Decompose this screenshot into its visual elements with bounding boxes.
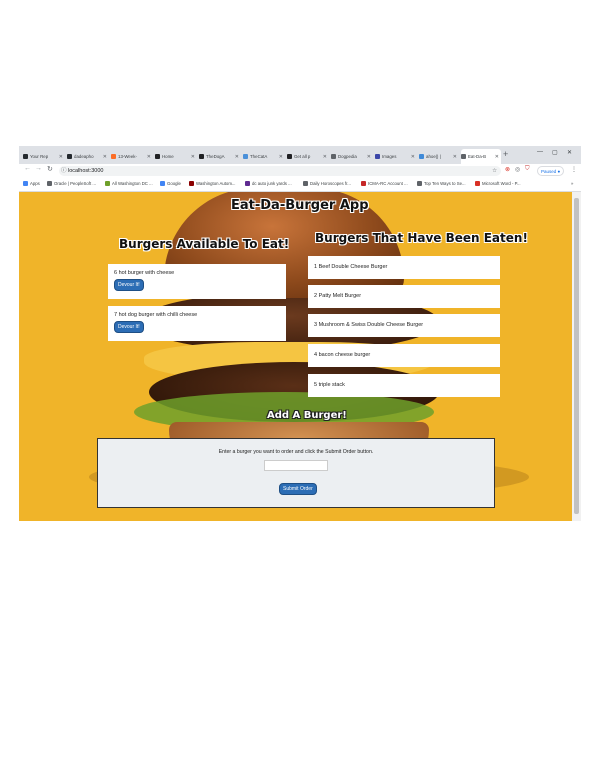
tab[interactable]: TheCatA ✕ [243, 149, 285, 164]
word-doc-icon [475, 181, 480, 186]
browser-window: Your Rep ✕ dadeapho ✕ 13-Week- ✕ Home ✕ TheD… [19, 146, 581, 521]
page-title: Eat-Da-Burger App [231, 198, 369, 213]
more-bookmarks-icon[interactable]: » [571, 181, 573, 186]
address-bar[interactable]: ⓘ localhost:3000 ☆ [59, 166, 501, 176]
bookmark-apps[interactable]: Apps [23, 181, 40, 186]
extension-icon[interactable]: ⛉ [525, 166, 530, 173]
forward-icon[interactable]: → [35, 165, 42, 172]
back-icon[interactable]: ← [24, 165, 31, 172]
tab[interactable]: Dogpedia ✕ [331, 149, 373, 164]
devour-button[interactable]: Devour It! [114, 279, 144, 291]
close-tab-icon[interactable]: ✕ [191, 154, 197, 160]
available-burger-item: 6 hot burger with cheese Devour It! [108, 264, 286, 299]
profile-paused-button[interactable]: Paused ● [537, 166, 565, 176]
tab-strip: Your Rep ✕ dadeapho ✕ 13-Week- ✕ Home ✕ TheD… [19, 146, 581, 164]
available-heading: Burgers Available To Eat! [119, 237, 290, 251]
tab[interactable]: Get all p ✕ [287, 149, 329, 164]
close-tab-icon[interactable]: ✕ [59, 154, 65, 160]
close-window-icon[interactable]: ✕ [567, 149, 572, 156]
close-tab-icon[interactable]: ✕ [367, 154, 373, 160]
eaten-burger-item: 3 Mushroom & Swiss Double Cheese Burger [308, 314, 500, 337]
bookmark-item[interactable]: Google [160, 181, 181, 186]
tab[interactable]: ahoe|) | ✕ [419, 149, 459, 164]
bookmark-item[interactable]: ICMA-RC Account ... [361, 181, 408, 186]
scrollbar-thumb[interactable] [574, 198, 579, 514]
burger-name: 6 hot burger with cheese [114, 270, 175, 276]
close-tab-icon[interactable]: ✕ [323, 154, 329, 160]
maximize-icon[interactable]: ▢ [552, 149, 558, 156]
reload-icon[interactable]: ↻ [47, 165, 53, 173]
tab[interactable]: 13-Week- ✕ [111, 149, 153, 164]
close-tab-icon[interactable]: ✕ [453, 154, 459, 160]
order-form: Enter a burger you want to order and cli… [97, 438, 495, 508]
eaten-burger-item: 2 Patty Melt Burger [308, 285, 500, 308]
yahoo-icon [245, 181, 250, 186]
document-icon [47, 181, 52, 186]
tab[interactable]: TheDogA ✕ [199, 149, 241, 164]
form-instruction: Enter a burger you want to order and cli… [218, 449, 374, 455]
page-content: Eat-Da-Burger App Burgers Available To E… [19, 192, 572, 521]
cat-icon [243, 154, 248, 159]
horoscope-icon [303, 181, 308, 186]
tab[interactable]: dadeapho ✕ [67, 149, 109, 164]
bookmark-item[interactable]: Daily Horoscopes fr... [303, 181, 351, 186]
info-icon: ⓘ [61, 168, 67, 174]
url-text: localhost:3000 [68, 168, 104, 174]
add-burger-heading: Add A Burger! [267, 410, 347, 421]
github-icon [67, 154, 72, 159]
eaten-burger-item: 1 Beef Double Cheese Burger [308, 256, 500, 279]
submit-order-button[interactable]: Submit Order [279, 483, 317, 495]
document-icon [331, 154, 336, 159]
extension-icon[interactable]: ⊗ [505, 166, 510, 173]
burger-name: 7 hot dog burger with chilli cheese [114, 312, 198, 318]
bookmark-item[interactable]: Microsoft Word - P... [475, 181, 521, 186]
extension-icon[interactable]: ◎ [515, 166, 520, 173]
icma-icon [361, 181, 366, 186]
close-tab-icon[interactable]: ✕ [103, 154, 109, 160]
globe-icon [105, 181, 110, 186]
eaten-heading: Burgers That Have Been Eaten! [315, 231, 528, 245]
devour-button[interactable]: Devour It! [114, 321, 144, 333]
new-tab-icon[interactable]: + [503, 149, 508, 159]
dog-icon [155, 154, 160, 159]
apps-grid-icon [23, 181, 28, 186]
menu-icon[interactable]: ⋮ [571, 166, 577, 173]
close-tab-icon[interactable]: ✕ [411, 154, 417, 160]
close-tab-icon[interactable]: ✕ [495, 154, 501, 160]
bookmark-item[interactable]: Washington Autom... [189, 181, 236, 186]
bookmark-item[interactable]: Top Ten Ways to Se... [417, 181, 466, 186]
bookmark-item[interactable]: dc auto junk yards ... [245, 181, 292, 186]
close-tab-icon[interactable]: ✕ [235, 154, 241, 160]
images-icon [375, 154, 380, 159]
dog-icon [287, 154, 292, 159]
dog-icon [199, 154, 204, 159]
document-icon [417, 181, 422, 186]
scrollbar[interactable] [572, 192, 581, 521]
tab-active[interactable]: Eat-Da-B ✕ [461, 149, 501, 164]
close-tab-icon[interactable]: ✕ [147, 154, 153, 160]
document-icon [461, 154, 466, 159]
eaten-burger-item: 5 triple stack [308, 374, 500, 397]
burger-name-input[interactable] [264, 460, 328, 471]
tab[interactable]: Home ✕ [155, 149, 197, 164]
tab[interactable]: Your Rep ✕ [23, 149, 65, 164]
toolbar: ← → ↻ ⓘ localhost:3000 ☆ ⊗ ◎ ⛉ Paused ● … [19, 164, 581, 178]
minimize-icon[interactable]: — [537, 149, 543, 155]
globe-icon [419, 154, 424, 159]
available-burger-item: 7 hot dog burger with chilli cheese Devo… [108, 306, 286, 341]
tab[interactable]: Images ✕ [375, 149, 417, 164]
eaten-burger-item: 4 bacon cheese burger [308, 344, 500, 367]
bookmark-item[interactable]: All Washington DC ... [105, 181, 153, 186]
google-icon [160, 181, 165, 186]
yp-icon [189, 181, 194, 186]
close-tab-icon[interactable]: ✕ [279, 154, 285, 160]
bookmark-item[interactable]: Oracle | PeopleSoft ... [47, 181, 96, 186]
bookmark-star-icon[interactable]: ☆ [492, 166, 497, 176]
bookmarks-bar: Apps Oracle | PeopleSoft ... All Washing… [19, 178, 581, 192]
github-icon [23, 154, 28, 159]
gitlab-icon [111, 154, 116, 159]
